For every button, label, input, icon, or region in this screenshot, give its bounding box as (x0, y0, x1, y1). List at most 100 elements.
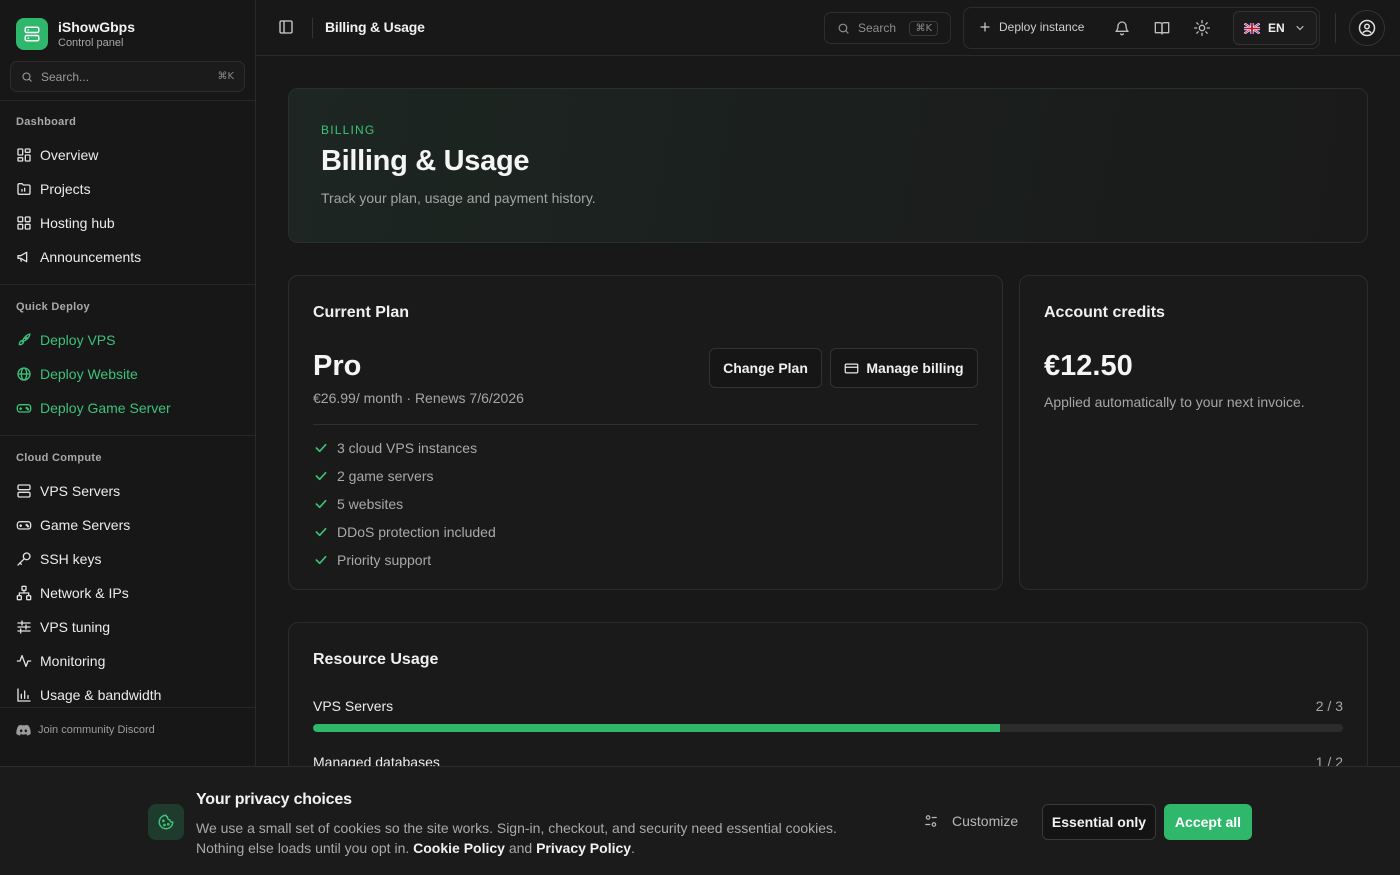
grid-icon (16, 215, 32, 231)
divider (0, 707, 255, 708)
sidebar-item-hosting-hub[interactable]: Hosting hub (16, 209, 240, 237)
sidebar-item-label: Announcements (40, 249, 142, 265)
sidebar-item-label: Game Servers (40, 517, 131, 533)
search-button[interactable]: Search ⌘K (824, 12, 951, 44)
sidebar-item-projects[interactable]: Projects (16, 175, 240, 203)
discord-label: Join community Discord (38, 724, 155, 736)
list-item: Priority support (313, 546, 496, 574)
brand-name: iShowGbps (58, 18, 135, 35)
divider (312, 18, 313, 38)
manage-billing-label: Manage billing (866, 360, 964, 376)
check-icon (313, 440, 329, 456)
account-button[interactable] (1349, 10, 1385, 46)
uk-flag-icon (1244, 22, 1260, 34)
settings-sliders-icon (924, 814, 938, 828)
cookie-description: We use a small set of cookies so the sit… (196, 818, 876, 858)
brand[interactable]: iShowGbps Control panel (16, 18, 135, 50)
sidebar-item-label: Projects (40, 181, 91, 197)
credits-amount: €12.50 (1044, 350, 1133, 382)
section-quick-deploy: Quick Deploy (16, 301, 90, 313)
topbar: Billing & Usage Search ⌘K Deploy instanc… (256, 0, 1400, 56)
list-item: DDoS protection included (313, 518, 496, 546)
sidebar-item-announcements[interactable]: Announcements (16, 243, 240, 271)
sidebar-item-network-ips[interactable]: Network & IPs (16, 579, 240, 607)
sidebar-item-label: Deploy Website (40, 366, 138, 382)
search-shortcut: ⌘K (909, 20, 938, 36)
sidebar-item-label: Network & IPs (40, 585, 129, 601)
cookie-consent-banner: Your privacy choices We use a small set … (0, 766, 1400, 875)
sidebar: iShowGbps Control panel Search... ⌘K Das… (0, 0, 256, 875)
discord-icon (16, 724, 31, 736)
sidebar-item-label: Deploy VPS (40, 332, 116, 348)
sidebar-toggle-icon[interactable] (278, 19, 294, 35)
page-header-card: BILLING Billing & Usage Track your plan,… (288, 88, 1368, 243)
accept-all-button[interactable]: Accept all (1164, 804, 1252, 840)
credits-note: Applied automatically to your next invoi… (1044, 394, 1305, 410)
change-plan-label: Change Plan (723, 360, 808, 376)
feature-label: 5 websites (337, 496, 404, 512)
sidebar-item-overview[interactable]: Overview (16, 141, 240, 169)
usage-label: VPS Servers (313, 698, 394, 714)
change-plan-button[interactable]: Change Plan (709, 348, 822, 388)
current-plan-card: Current Plan Pro €26.99/ month · Renews … (288, 275, 1003, 590)
cookie-icon (148, 804, 184, 840)
deploy-instance-button[interactable]: Deploy instance (979, 20, 1084, 34)
cookie-title: Your privacy choices (196, 791, 352, 808)
cookie-policy-link[interactable]: Cookie Policy (413, 840, 505, 856)
customize-button[interactable]: Customize (924, 813, 1018, 829)
list-item: 5 websites (313, 490, 496, 518)
bar-chart-icon (16, 687, 32, 703)
essential-only-button[interactable]: Essential only (1042, 804, 1156, 840)
rocket-icon (16, 332, 32, 348)
page-heading: Billing & Usage (321, 145, 530, 177)
page-title: Billing & Usage (325, 19, 425, 35)
toolbar-group: Deploy instance EN (963, 7, 1320, 49)
discord-link[interactable]: Join community Discord (16, 724, 155, 736)
megaphone-icon (16, 249, 32, 265)
manage-billing-button[interactable]: Manage billing (830, 348, 978, 388)
chevron-down-icon (1294, 22, 1306, 34)
privacy-policy-link[interactable]: Privacy Policy (536, 840, 631, 856)
sidebar-item-deploy-vps[interactable]: Deploy VPS (16, 326, 240, 354)
sidebar-item-label: Hosting hub (40, 215, 115, 231)
book-icon[interactable] (1154, 20, 1170, 36)
server-icon (16, 483, 32, 499)
accept-label: Accept all (1174, 814, 1242, 830)
divider (1335, 13, 1336, 43)
plan-features: 3 cloud VPS instances 2 game servers 5 w… (313, 434, 496, 574)
sidebar-item-vps-servers[interactable]: VPS Servers (16, 477, 240, 505)
language-select[interactable]: EN (1233, 11, 1317, 45)
usage-progress-fill (313, 724, 1000, 732)
sidebar-item-usage-bandwidth[interactable]: Usage & bandwidth (16, 681, 240, 709)
card-title: Account credits (1044, 304, 1165, 321)
sidebar-item-vps-tuning[interactable]: VPS tuning (16, 613, 240, 641)
user-circle-icon (1358, 19, 1376, 37)
sidebar-item-label: Monitoring (40, 653, 106, 669)
cookie-text-line-2-text: Nothing else loads until you opt in. (196, 840, 410, 856)
sidebar-item-deploy-game-server[interactable]: Deploy Game Server (16, 394, 240, 422)
globe-icon (16, 366, 32, 382)
sidebar-item-label: VPS tuning (40, 619, 111, 635)
sidebar-item-label: Deploy Game Server (40, 400, 171, 416)
sidebar-item-deploy-website[interactable]: Deploy Website (16, 360, 240, 388)
activity-icon (16, 653, 32, 669)
sidebar-item-ssh-keys[interactable]: SSH keys (16, 545, 240, 573)
sidebar-item-monitoring[interactable]: Monitoring (16, 647, 240, 675)
deploy-label: Deploy instance (999, 20, 1085, 34)
search-shortcut: ⌘K (217, 71, 234, 82)
gamepad-icon (16, 400, 32, 416)
divider (0, 435, 255, 436)
sidebar-item-game-servers[interactable]: Game Servers (16, 511, 240, 539)
usage-progress-bar (313, 724, 1343, 732)
sliders-icon (16, 619, 32, 635)
sidebar-item-label: Overview (40, 147, 99, 163)
list-item: 2 game servers (313, 462, 496, 490)
sidebar-search-input[interactable]: Search... ⌘K (10, 61, 245, 92)
bell-icon[interactable] (1114, 20, 1130, 36)
feature-label: 3 cloud VPS instances (337, 440, 478, 456)
account-credits-card: Account credits €12.50 Applied automatic… (1019, 275, 1368, 590)
sun-icon[interactable] (1194, 20, 1210, 36)
sidebar-search-placeholder: Search... (41, 69, 90, 84)
sidebar-item-label: SSH keys (40, 551, 102, 567)
plan-name: Pro (313, 350, 362, 382)
